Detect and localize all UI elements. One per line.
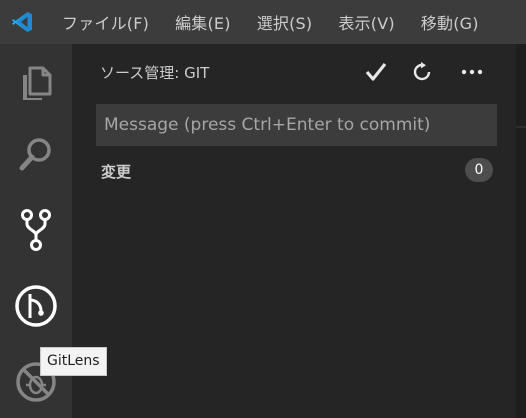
refresh-icon	[413, 62, 431, 81]
search-icon	[19, 138, 51, 171]
menu-view[interactable]: 表示(V)	[338, 10, 394, 34]
refresh-button[interactable]	[406, 56, 438, 88]
panel-title: ソース管理: GIT	[100, 64, 210, 82]
menu-file[interactable]: ファイル(F)	[62, 10, 149, 34]
activity-source-control[interactable]	[0, 194, 72, 266]
more-actions-button[interactable]	[456, 56, 488, 88]
commit-check-icon	[365, 63, 387, 81]
activity-explorer[interactable]	[0, 48, 72, 120]
source-control-icon	[21, 209, 51, 251]
menu-bar: ファイル(F) 編集(E) 選択(S) 表示(V) 移動(G)	[44, 0, 505, 44]
files-icon	[23, 66, 52, 100]
gitlens-icon	[15, 285, 57, 327]
title-bar: ファイル(F) 編集(E) 選択(S) 表示(V) 移動(G)	[0, 0, 526, 44]
menu-edit[interactable]: 編集(E)	[175, 10, 231, 34]
editor-edge	[516, 44, 526, 418]
commit-button[interactable]	[360, 56, 392, 88]
activity-gitlens[interactable]	[0, 270, 72, 342]
changes-group[interactable]: 変更 0	[72, 158, 516, 184]
menu-go[interactable]: 移動(G)	[421, 10, 479, 34]
activity-search[interactable]	[0, 118, 72, 190]
scm-sidebar: ソース管理: GIT 変更 0	[72, 44, 516, 418]
scm-panel-header: ソース管理: GIT	[72, 44, 516, 100]
commit-message-input[interactable]	[96, 104, 497, 146]
vscode-logo-icon	[0, 0, 44, 44]
changes-label: 変更	[101, 163, 132, 181]
gitlens-tooltip: GitLens	[40, 347, 107, 376]
editor-edge-divider	[516, 126, 526, 128]
menu-selection[interactable]: 選択(S)	[257, 10, 313, 34]
more-icon	[461, 69, 483, 75]
changes-count-badge: 0	[465, 158, 493, 182]
